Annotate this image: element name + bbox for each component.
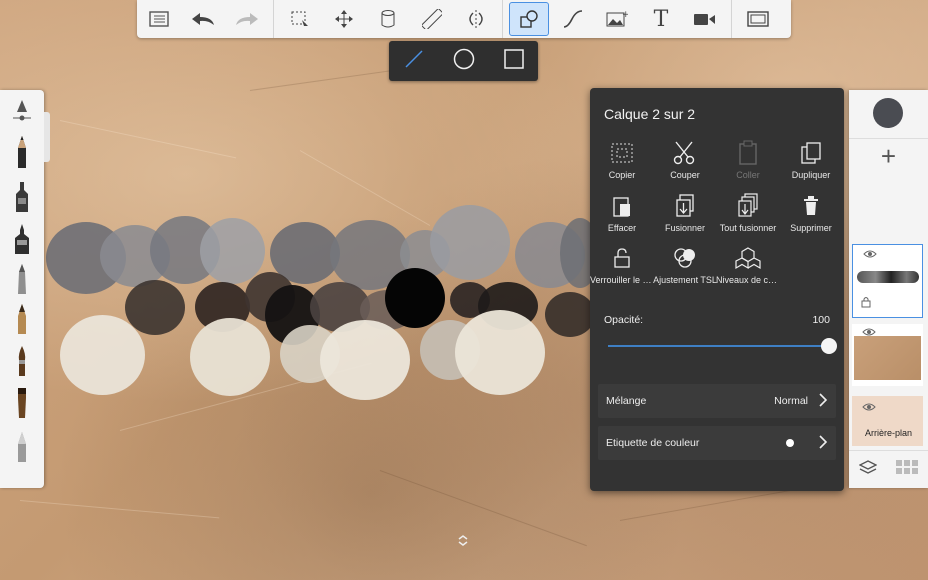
blend-mode-label: Mélange (606, 395, 647, 407)
copy-selection-icon (590, 136, 654, 170)
eye-icon[interactable] (862, 402, 876, 415)
color-levels-button[interactable]: Niveaux de co... (716, 241, 780, 285)
paste-button[interactable]: Coller (716, 136, 780, 180)
lock-icon (861, 295, 871, 313)
square-icon[interactable] (503, 48, 525, 75)
layer-panel: + Arrière-plan (849, 90, 928, 488)
selection-icon[interactable] (280, 2, 320, 36)
merge-button[interactable]: Fusionner (653, 189, 717, 233)
clear-icon (590, 189, 654, 223)
text-icon[interactable]: T (641, 2, 681, 36)
layer-2-thumbnail[interactable] (852, 244, 923, 318)
merge-all-button[interactable]: Tout fusionner (716, 189, 780, 233)
fill-icon[interactable] (368, 2, 408, 36)
ink-brush[interactable] (8, 344, 36, 380)
pen-brush[interactable] (8, 302, 36, 338)
video-icon[interactable] (685, 2, 725, 36)
layer-options-dialog: Calque 2 sur 2 Copier Couper Coller Dupl… (590, 88, 844, 491)
svg-text:+: + (622, 10, 628, 20)
top-toolbar: + T (137, 0, 791, 38)
layer-panel-footer (849, 450, 928, 488)
merge-all-icon (716, 189, 780, 223)
circle-icon[interactable] (452, 47, 476, 76)
lock-icon (590, 241, 654, 275)
brush-panel (0, 90, 44, 488)
line-icon[interactable] (403, 48, 425, 75)
layer-preview (854, 336, 921, 380)
clear-button[interactable]: Effacer (590, 189, 654, 233)
hsl-icon (653, 241, 717, 275)
dialog-title: Calque 2 sur 2 (604, 106, 696, 122)
lock-transparency-button[interactable]: Verrouiller le c... (590, 241, 654, 285)
shape-icon[interactable] (509, 2, 549, 36)
hsl-adjust-button[interactable]: Ajustement TSL (653, 241, 717, 285)
eye-icon[interactable] (863, 249, 877, 262)
image-icon[interactable]: + (597, 2, 637, 36)
layers-icon[interactable] (858, 459, 878, 480)
color-tag-dot (786, 439, 794, 447)
background-layer[interactable]: Arrière-plan (852, 396, 923, 446)
cut-button[interactable]: Couper (653, 136, 717, 180)
transform-icon[interactable] (324, 2, 364, 36)
delete-button[interactable]: Supprimer (779, 189, 843, 233)
brush-panel-handle[interactable] (44, 112, 50, 162)
brush-settings-icon[interactable] (8, 96, 36, 132)
soft-pencil-brush[interactable] (8, 430, 36, 466)
duplicate-icon (779, 136, 843, 170)
color-tag-label: Etiquette de couleur (606, 437, 700, 449)
flat-brush[interactable] (8, 386, 36, 422)
stroke-icon[interactable] (553, 2, 593, 36)
symmetry-icon[interactable] (456, 2, 496, 36)
paste-icon (716, 136, 780, 170)
blend-mode-row[interactable]: Mélange Normal (598, 384, 836, 418)
layer-preview (857, 271, 919, 283)
marker-brush[interactable] (8, 180, 36, 216)
bottom-menu-handle[interactable] (456, 533, 470, 546)
opacity-slider-thumb[interactable] (821, 338, 837, 354)
fullscreen-icon[interactable] (738, 2, 778, 36)
scissors-icon (653, 136, 717, 170)
undo-icon[interactable] (183, 2, 223, 36)
levels-icon (716, 241, 780, 275)
redo-icon[interactable] (227, 2, 267, 36)
background-layer-label: Arrière-plan (864, 428, 913, 438)
add-layer-button[interactable]: + (849, 138, 928, 174)
grid-icon[interactable] (896, 460, 919, 479)
chevron-right-icon (818, 434, 828, 452)
pencil-brush[interactable] (8, 134, 36, 170)
opacity-label: Opacité: (604, 314, 644, 326)
opacity-value: 100 (812, 314, 830, 326)
layer-1-thumbnail[interactable] (852, 324, 923, 386)
chevron-right-icon (818, 392, 828, 410)
airbrush-brush[interactable] (8, 222, 36, 258)
opacity-slider[interactable] (608, 345, 826, 347)
merge-icon (653, 189, 717, 223)
duplicate-button[interactable]: Dupliquer (779, 136, 843, 180)
copy-button[interactable]: Copier (590, 136, 654, 180)
list-icon[interactable] (139, 2, 179, 36)
fineliner-brush[interactable] (8, 262, 36, 298)
current-color-swatch[interactable] (873, 98, 903, 128)
color-tag-row[interactable]: Etiquette de couleur (598, 426, 836, 460)
shape-toolbar (389, 41, 538, 81)
blend-mode-value: Normal (774, 395, 808, 407)
trash-icon (779, 189, 843, 223)
ruler-icon[interactable] (412, 2, 452, 36)
